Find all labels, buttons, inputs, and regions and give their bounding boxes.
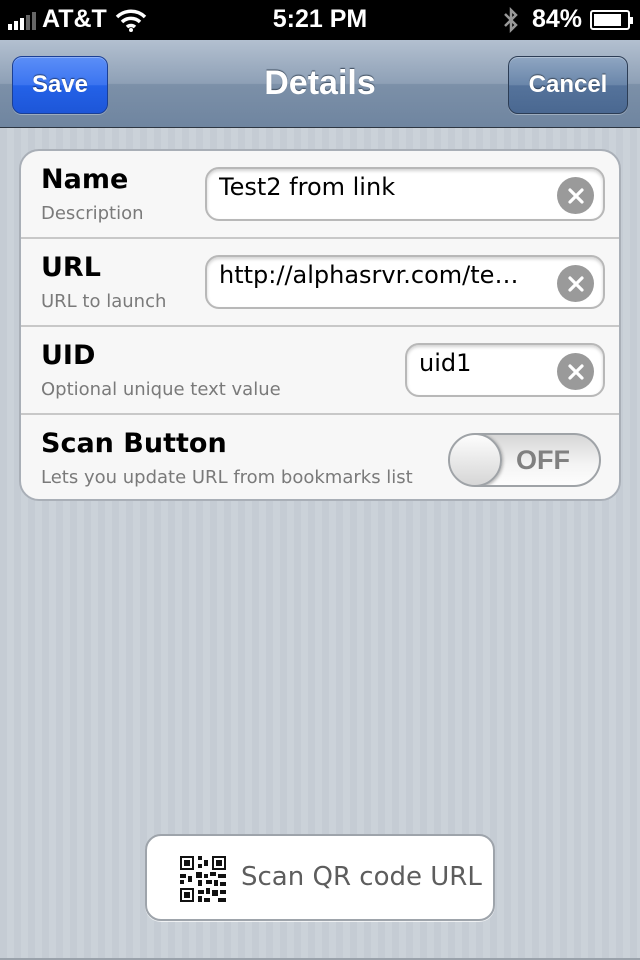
scan-button-sublabel: Lets you update URL from bookmarks list <box>41 467 413 488</box>
toggle-state: OFF <box>516 445 570 475</box>
uid-field[interactable]: uid1 <box>405 343 605 397</box>
url-value: http://alphasrvr.com/te… <box>219 261 519 289</box>
battery-fill <box>594 13 621 26</box>
uid-sublabel: Optional unique text value <box>41 379 281 400</box>
name-value: Test2 from link <box>219 173 396 201</box>
uid-value: uid1 <box>419 349 472 377</box>
name-label: Name <box>41 164 129 195</box>
uid-label: UID <box>41 340 96 371</box>
url-sublabel: URL to launch <box>41 291 167 312</box>
clear-name-icon[interactable] <box>557 177 594 214</box>
scan-qr-label: Scan QR code URL <box>241 862 482 892</box>
url-label: URL <box>41 252 101 283</box>
qr-code-icon <box>180 856 226 902</box>
navigation-bar: Save Details Cancel <box>0 40 640 128</box>
clear-uid-icon[interactable] <box>557 353 594 390</box>
row-name: Name Description Test2 from link <box>21 151 619 239</box>
battery-icon <box>590 9 633 30</box>
url-field[interactable]: http://alphasrvr.com/te… <box>205 255 605 309</box>
toggle-knob <box>450 435 502 485</box>
cancel-button[interactable]: Cancel <box>508 56 628 114</box>
name-sublabel: Description <box>41 203 144 224</box>
details-form: Name Description Test2 from link URL URL… <box>19 149 621 501</box>
name-field[interactable]: Test2 from link <box>205 167 605 221</box>
bluetooth-icon <box>504 6 518 33</box>
row-scan-button: Scan Button Lets you update URL from boo… <box>21 413 619 499</box>
status-right: 84% <box>502 5 633 34</box>
clear-url-icon[interactable] <box>557 265 594 302</box>
battery-percent: 84% <box>531 5 582 33</box>
scan-button-label: Scan Button <box>41 428 227 459</box>
status-bar: AT&T 5:21 PM 84% <box>0 0 640 40</box>
scan-button-toggle[interactable]: OFF <box>448 433 601 487</box>
scan-qr-button[interactable]: Scan QR code URL <box>145 834 495 921</box>
row-uid: UID Optional unique text value uid1 <box>21 325 619 413</box>
row-url: URL URL to launch http://alphasrvr.com/t… <box>21 237 619 325</box>
